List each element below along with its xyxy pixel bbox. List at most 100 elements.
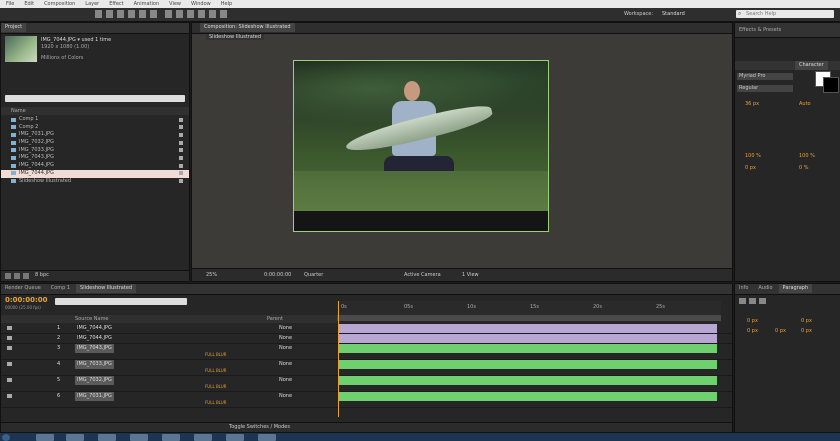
list-item[interactable]: IMG_7043.JPG: [1, 154, 189, 162]
layer-name[interactable]: IMG_7043.JPG: [75, 344, 114, 353]
tab-character[interactable]: Character: [795, 61, 828, 70]
vertical-scale-field[interactable]: 100 %: [745, 153, 761, 159]
taskbar-app-4[interactable]: [130, 434, 148, 441]
eye-icon[interactable]: [7, 394, 12, 398]
search-help-input[interactable]: ⌕ Search Help: [736, 10, 834, 18]
menu-item-file[interactable]: File: [6, 1, 14, 7]
layer-name[interactable]: IMG_7031.JPG: [75, 392, 114, 401]
label-color-swatch[interactable]: [179, 171, 183, 176]
tab-effects-presets-2[interactable]: [735, 61, 743, 70]
magnification-select[interactable]: 25%: [206, 272, 217, 278]
tab-composition[interactable]: Composition: Slideshow Illustrated: [200, 23, 295, 32]
puppet-tool-icon[interactable]: [220, 10, 227, 18]
column-source-name[interactable]: Source Name: [75, 316, 109, 322]
parent-select[interactable]: None: [279, 324, 292, 333]
horizontal-scale-field[interactable]: 100 %: [799, 153, 815, 159]
align-left-icon[interactable]: [739, 298, 746, 304]
align-center-icon[interactable]: [749, 298, 756, 304]
space-after-field[interactable]: 0 px: [801, 328, 812, 334]
pen-tool-icon[interactable]: [165, 10, 172, 18]
label-color-swatch[interactable]: [179, 125, 183, 130]
eye-icon[interactable]: [7, 326, 12, 330]
align-right-icon[interactable]: [759, 298, 766, 304]
table-row[interactable]: 3 IMG_7043.JPG None FULL BLUR: [1, 344, 732, 360]
layer-duration-bar[interactable]: [339, 392, 717, 401]
fx-label[interactable]: FULL BLUR: [205, 400, 226, 406]
taskbar-app-7[interactable]: [226, 434, 244, 441]
trash-icon[interactable]: [5, 273, 11, 279]
font-style-select[interactable]: Regular: [737, 85, 793, 92]
list-item[interactable]: IMG_7031.JPG: [1, 131, 189, 139]
label-color-swatch[interactable]: [179, 179, 183, 183]
layer-duration-bar[interactable]: [339, 376, 717, 385]
views-select[interactable]: 1 View: [462, 272, 479, 278]
tab-comp-1[interactable]: Comp 1: [47, 284, 74, 293]
type-tool-icon[interactable]: [176, 10, 183, 18]
fx-label[interactable]: FULL BLUR: [205, 352, 226, 358]
parent-select[interactable]: None: [279, 334, 292, 343]
list-item[interactable]: Comp 1: [1, 116, 189, 124]
tab-info[interactable]: Info: [735, 284, 752, 293]
bpc-toggle[interactable]: 8 bpc: [35, 272, 49, 278]
taskbar-app-3[interactable]: [98, 434, 116, 441]
tab-audio[interactable]: Audio: [754, 284, 776, 293]
table-row[interactable]: 2 IMG_7044.JPG None: [1, 334, 732, 344]
tracking-field[interactable]: Auto: [799, 101, 811, 107]
timeline-timecode[interactable]: 0:00:00:00: [5, 296, 48, 304]
playhead[interactable]: [338, 301, 339, 417]
work-area-bar[interactable]: [337, 315, 721, 321]
taskbar-app-8[interactable]: [258, 434, 276, 441]
menu-item-edit[interactable]: Edit: [24, 1, 34, 7]
menu-item-layer[interactable]: Layer: [85, 1, 99, 7]
indent-left-field[interactable]: 0 px: [747, 318, 758, 324]
tab-paragraph[interactable]: Paragraph: [778, 284, 813, 293]
timeline-search-input[interactable]: [55, 298, 187, 305]
list-item[interactable]: IMG_7044.JPG: [1, 169, 189, 178]
label-color-swatch[interactable]: [179, 163, 183, 168]
label-color-swatch[interactable]: [179, 155, 183, 160]
hand-tool-icon[interactable]: [106, 10, 113, 18]
list-item[interactable]: Slideshow Illustrated: [1, 178, 189, 186]
layer-duration-bar[interactable]: [339, 324, 717, 333]
font-size-field[interactable]: 36 px: [745, 101, 759, 107]
eye-icon[interactable]: [7, 336, 12, 340]
stroke-color-swatch[interactable]: [823, 77, 839, 93]
eye-icon[interactable]: [7, 378, 12, 382]
indent-right-field[interactable]: 0 px: [801, 318, 812, 324]
taskbar-app-2[interactable]: [66, 434, 84, 441]
layer-duration-bar[interactable]: [339, 344, 717, 353]
taskbar-app-1[interactable]: [36, 434, 54, 441]
toggle-switches-modes-button[interactable]: Toggle Switches / Modes: [229, 424, 290, 430]
parent-select[interactable]: None: [279, 360, 292, 369]
eye-icon[interactable]: [7, 346, 12, 350]
folder-icon[interactable]: [14, 273, 20, 279]
menu-item-animation[interactable]: Animation: [134, 1, 160, 7]
menu-item-effect[interactable]: Effect: [109, 1, 123, 7]
label-color-swatch[interactable]: [179, 140, 183, 145]
new-comp-icon[interactable]: [23, 273, 29, 279]
tab-project[interactable]: Project: [1, 23, 27, 32]
list-item[interactable]: IMG_7033.JPG: [1, 147, 189, 155]
tab-render-queue[interactable]: Render Queue: [1, 284, 45, 293]
table-row[interactable]: 4 IMG_7033.JPG None FULL BLUR: [1, 360, 732, 376]
layer-name[interactable]: IMG_7032.JPG: [75, 376, 114, 385]
taskbar-app-6[interactable]: [194, 434, 212, 441]
list-item[interactable]: Comp 2: [1, 124, 189, 132]
taskbar-app-5[interactable]: [162, 434, 180, 441]
column-parent[interactable]: Parent: [267, 316, 283, 322]
eye-icon[interactable]: [7, 362, 12, 366]
stamp-tool-icon[interactable]: [198, 10, 205, 18]
camera-select[interactable]: Active Camera: [404, 272, 441, 278]
time-ruler[interactable]: 0s 05s 10s 15s 20s 25s: [337, 301, 721, 315]
brush-tool-icon[interactable]: [187, 10, 194, 18]
zoom-tool-icon[interactable]: [117, 10, 124, 18]
menu-item-help[interactable]: Help: [221, 1, 232, 7]
parent-select[interactable]: None: [279, 376, 292, 385]
project-search-input[interactable]: [5, 95, 185, 102]
composition-viewer[interactable]: [293, 60, 549, 232]
tab-slideshow-illustrated[interactable]: Slideshow Illustrated: [76, 284, 137, 293]
current-time[interactable]: 0:00:00:00: [264, 272, 291, 278]
eraser-tool-icon[interactable]: [209, 10, 216, 18]
rotate-tool-icon[interactable]: [128, 10, 135, 18]
menu-item-composition[interactable]: Composition: [44, 1, 75, 7]
